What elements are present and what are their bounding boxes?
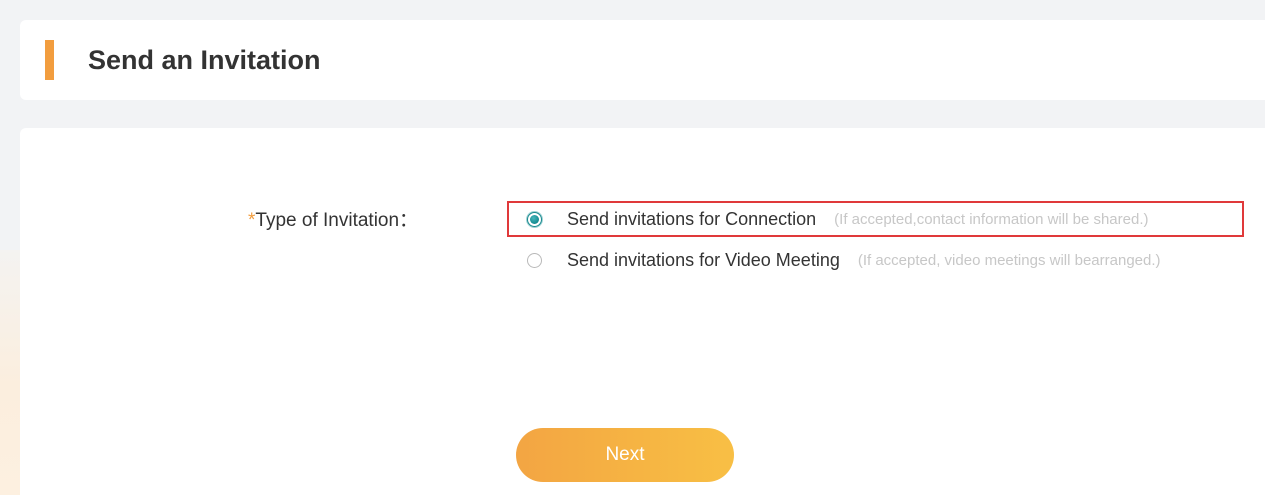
invitation-form: *Type of Invitation： Send invitations fo… [20,128,1265,495]
left-decoration [0,250,22,495]
page-title: Send an Invitation [88,45,321,75]
option-connection-label[interactable]: Send invitations for Connection [567,209,816,230]
radio-connection[interactable] [527,211,542,227]
option-video-meeting-hint: (If accepted, video meetings will bearra… [857,251,1161,269]
page-header: Send an Invitation [20,20,1265,100]
option-connection[interactable]: Send invitations for Connection (If acce… [507,201,1244,237]
option-video-meeting[interactable]: Send invitations for Video Meeting (If a… [507,242,1265,278]
radio-video-meeting[interactable] [527,252,542,268]
title-accent-bar [45,40,54,80]
option-connection-hint: (If accepted,contact information will be… [834,210,1149,228]
invitation-type-label-text: Type of Invitation： [255,210,419,231]
invitation-type-label: *Type of Invitation： [248,208,418,234]
option-video-meeting-label[interactable]: Send invitations for Video Meeting [567,250,840,271]
next-button[interactable]: Next [516,428,734,482]
